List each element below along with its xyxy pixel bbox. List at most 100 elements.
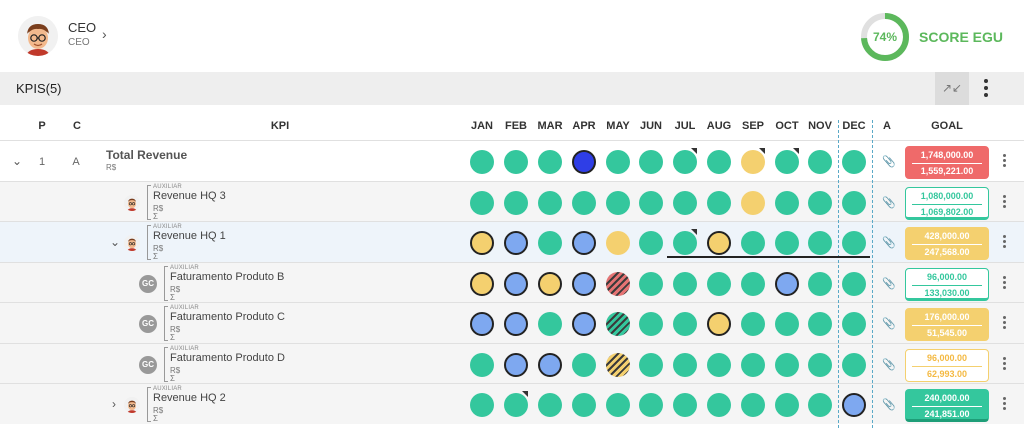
month-status-dot[interactable] [470,311,494,336]
month-status-dot[interactable] [741,392,765,417]
month-status-dot[interactable] [606,230,630,255]
month-status-dot[interactable] [673,352,697,377]
month-status-dot[interactable] [639,271,663,296]
month-status-dot[interactable] [808,190,832,215]
month-status-dot[interactable] [538,271,562,296]
month-status-dot[interactable] [741,311,765,336]
month-status-dot[interactable] [606,149,630,174]
kpi-title[interactable]: Faturamento Produto D [170,352,285,364]
month-status-dot[interactable] [504,271,528,296]
month-status-dot[interactable] [741,230,765,255]
month-status-dot[interactable] [707,190,731,215]
month-status-dot[interactable] [504,190,528,215]
month-status-dot[interactable] [538,352,562,377]
month-status-dot[interactable] [741,352,765,377]
month-status-dot[interactable] [572,149,596,174]
chevron-right-icon[interactable]: › [112,397,116,411]
month-status-dot[interactable] [470,149,494,174]
paperclip-icon[interactable]: 📎 [882,277,896,290]
month-status-dot[interactable] [808,271,832,296]
goal-box[interactable]: 176,000.00 51,545.00 [905,307,989,341]
month-status-dot[interactable] [538,311,562,336]
paperclip-icon[interactable]: 📎 [882,358,896,371]
kpi-title[interactable]: Revenue HQ 1 [153,230,226,242]
month-status-dot[interactable] [572,392,596,417]
more-vertical-icon[interactable] [999,233,1009,253]
month-status-dot[interactable] [504,230,528,255]
more-vertical-icon[interactable] [999,355,1009,375]
month-status-dot[interactable] [775,352,799,377]
paperclip-icon[interactable]: 📎 [882,196,896,209]
month-status-dot[interactable] [775,311,799,336]
month-status-dot[interactable] [538,392,562,417]
month-status-dot[interactable] [470,190,494,215]
month-status-dot[interactable] [741,190,765,215]
month-status-dot[interactable] [572,271,596,296]
month-status-dot[interactable] [606,271,630,296]
more-vertical-icon[interactable] [999,193,1009,213]
month-status-dot[interactable] [707,271,731,296]
month-status-dot[interactable] [673,311,697,336]
goal-box[interactable]: 1,080,000.00 1,069,802.00 [905,186,989,220]
more-vertical-icon[interactable] [999,314,1009,334]
month-status-dot[interactable] [707,149,731,174]
kpi-title[interactable]: Total Revenue [106,148,187,162]
kpi-title[interactable]: Faturamento Produto B [170,271,284,283]
month-status-dot[interactable] [606,311,630,336]
kpi-title[interactable]: Faturamento Produto C [170,311,285,323]
month-status-dot[interactable] [673,392,697,417]
goal-box[interactable]: 240,000.00 241,851.00 [905,388,989,422]
more-vertical-icon[interactable] [999,274,1009,294]
month-status-dot[interactable] [808,149,832,174]
month-status-dot[interactable] [470,230,494,255]
month-status-dot[interactable] [639,230,663,255]
month-status-dot[interactable] [606,352,630,377]
collapse-arrows-icon[interactable]: ↗↙ [935,72,969,105]
month-status-dot[interactable] [504,149,528,174]
goal-box[interactable]: 96,000.00 133,030.00 [905,267,989,301]
month-status-dot[interactable] [639,190,663,215]
month-status-dot[interactable] [504,352,528,377]
month-status-dot[interactable] [842,149,866,174]
month-status-dot[interactable] [673,271,697,296]
month-status-dot[interactable] [808,230,832,255]
paperclip-icon[interactable]: 📎 [882,398,896,411]
more-vertical-icon[interactable] [978,76,994,102]
month-status-dot[interactable] [842,352,866,377]
month-status-dot[interactable] [707,352,731,377]
kpi-title[interactable]: Revenue HQ 2 [153,392,226,404]
month-status-dot[interactable] [673,190,697,215]
owner-avatar[interactable] [124,396,140,413]
month-status-dot[interactable] [775,190,799,215]
user-avatar[interactable] [18,16,58,56]
month-status-dot[interactable] [639,149,663,174]
kpi-title[interactable]: Revenue HQ 3 [153,190,226,202]
goal-box[interactable]: 428,000.00 247,568.00 [905,226,989,260]
month-status-dot[interactable] [842,230,866,255]
month-status-dot[interactable] [741,271,765,296]
owner-avatar[interactable] [124,194,140,211]
month-status-dot[interactable] [538,190,562,215]
month-status-dot[interactable] [572,230,596,255]
month-status-dot[interactable] [606,190,630,215]
owner-avatar[interactable] [124,234,140,251]
month-status-dot[interactable] [775,392,799,417]
month-status-dot[interactable] [842,311,866,336]
month-status-dot[interactable] [572,190,596,215]
chevron-down-icon[interactable]: ⌄ [12,154,22,168]
month-status-dot[interactable] [538,149,562,174]
month-status-dot[interactable] [707,392,731,417]
month-status-dot[interactable] [639,311,663,336]
paperclip-icon[interactable]: 📎 [882,155,896,168]
month-status-dot[interactable] [775,230,799,255]
month-status-dot[interactable] [606,392,630,417]
month-status-dot[interactable] [470,271,494,296]
paperclip-icon[interactable]: 📎 [882,236,896,249]
month-status-dot[interactable] [572,311,596,336]
month-status-dot[interactable] [639,352,663,377]
month-status-dot[interactable] [842,392,866,417]
month-status-dot[interactable] [538,230,562,255]
month-status-dot[interactable] [470,352,494,377]
month-status-dot[interactable] [775,271,799,296]
goal-box[interactable]: 1,748,000.00 1,559,221.00 [905,145,989,179]
